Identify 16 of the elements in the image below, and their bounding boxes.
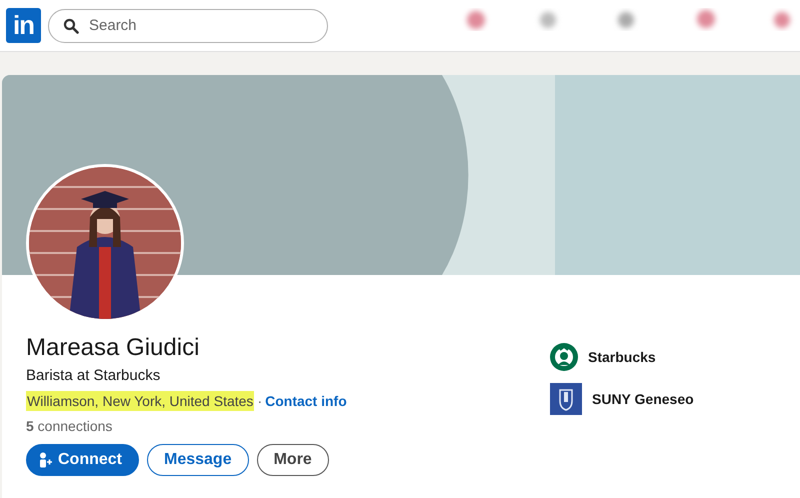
contact-info-link[interactable]: Contact info	[265, 391, 347, 411]
connect-button[interactable]: Connect	[26, 444, 139, 476]
headline: Barista at Starbucks	[26, 366, 160, 386]
company-name[interactable]: Starbucks	[588, 346, 656, 368]
school-name[interactable]: SUNY Geneseo	[592, 388, 694, 410]
search-field[interactable]: Search	[48, 8, 328, 42]
crest-logo-icon	[550, 383, 582, 415]
add-person-icon	[39, 452, 53, 468]
logo[interactable]: in	[6, 8, 41, 43]
message-button[interactable]: Message	[147, 444, 249, 476]
search-icon	[63, 18, 79, 34]
location: Williamson, New York, United States	[26, 391, 254, 411]
connections-count: 5 connections	[26, 417, 112, 436]
profile-name: Mareasa Giudici	[26, 333, 200, 363]
more-button[interactable]: More	[256, 444, 329, 476]
separator: ·	[257, 392, 262, 411]
